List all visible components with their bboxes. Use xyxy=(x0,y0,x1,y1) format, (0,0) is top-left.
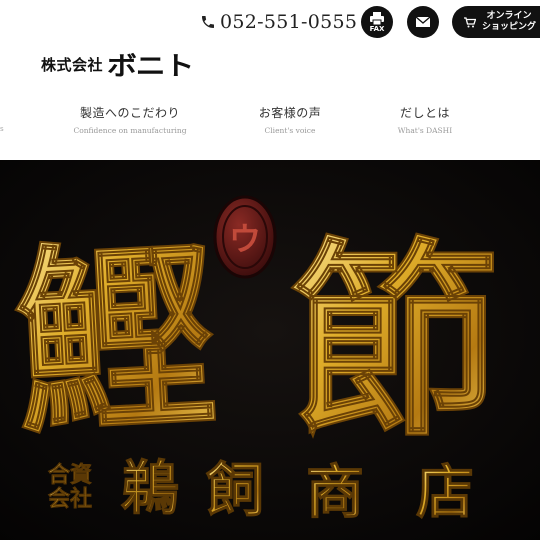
signboard-char-katsuo: 鰹 xyxy=(10,218,222,463)
online-shopping-label-line2: ショッピング xyxy=(482,22,537,32)
nav-item-label: 製造へのこだわり xyxy=(79,106,180,120)
cart-icon xyxy=(464,16,476,27)
nav-item-label: お客様の声 xyxy=(258,106,322,120)
logo-corp-type: 株式会社 xyxy=(41,55,104,74)
top-bar: 052-551-0555 FAX オンライン ショッピング xyxy=(0,0,540,45)
signboard-char-bushi: 節 xyxy=(290,218,500,465)
nav-item-sublabel: What's DASHI xyxy=(397,126,453,135)
site-logo[interactable]: 株式会社 ボニト xyxy=(41,44,194,84)
fax-icon xyxy=(370,11,384,25)
company-type-top: 合資 xyxy=(48,462,92,488)
logo-brand-name: ボニト xyxy=(107,51,194,82)
nav-item-client-voice[interactable]: お客様の声 Client's voice xyxy=(250,104,330,135)
fax-button[interactable]: FAX xyxy=(361,6,393,38)
fax-label: FAX xyxy=(369,24,385,33)
nav-item-dashi[interactable]: だしとは What's DASHI xyxy=(385,104,465,135)
company-name-char: 飼 xyxy=(206,456,264,524)
nav-item-manufacturing[interactable]: 製造へのこだわり Confidence on manufacturing xyxy=(70,104,190,135)
mail-button[interactable] xyxy=(407,6,439,38)
nav-item-sublabel: Confidence on manufacturing xyxy=(73,126,187,135)
company-name-char: 店 xyxy=(416,458,474,526)
nav-item-label: だしとは xyxy=(399,106,450,120)
company-type-bottom: 会社 xyxy=(48,486,92,512)
phone-contact[interactable]: 052-551-0555 xyxy=(200,8,357,36)
company-name-char: 商 xyxy=(306,458,364,526)
gold-signboard: ウ 鰹 節 合資 会社 鵜 飼 商 店 xyxy=(0,160,540,540)
online-shopping-button[interactable]: オンライン ショッピング xyxy=(452,6,540,38)
emblem: ウ xyxy=(213,195,277,279)
company-name-char: 鵜 xyxy=(121,454,179,522)
phone-number[interactable]: 052-551-0555 xyxy=(220,11,357,33)
online-shopping-label: オンライン ショッピング xyxy=(482,11,536,33)
nav-item-sublabel: Client's voice xyxy=(264,126,316,135)
emblem-char: ウ xyxy=(229,220,261,258)
main-nav: 製造へのこだわり Confidence on manufacturing お客様… xyxy=(0,96,540,146)
mail-icon xyxy=(416,17,430,27)
hero-image: ウ 鰹 節 合資 会社 鵜 飼 商 店 xyxy=(0,160,540,540)
phone-icon xyxy=(202,16,214,28)
online-shopping-label-line1: オンライン xyxy=(486,11,532,21)
